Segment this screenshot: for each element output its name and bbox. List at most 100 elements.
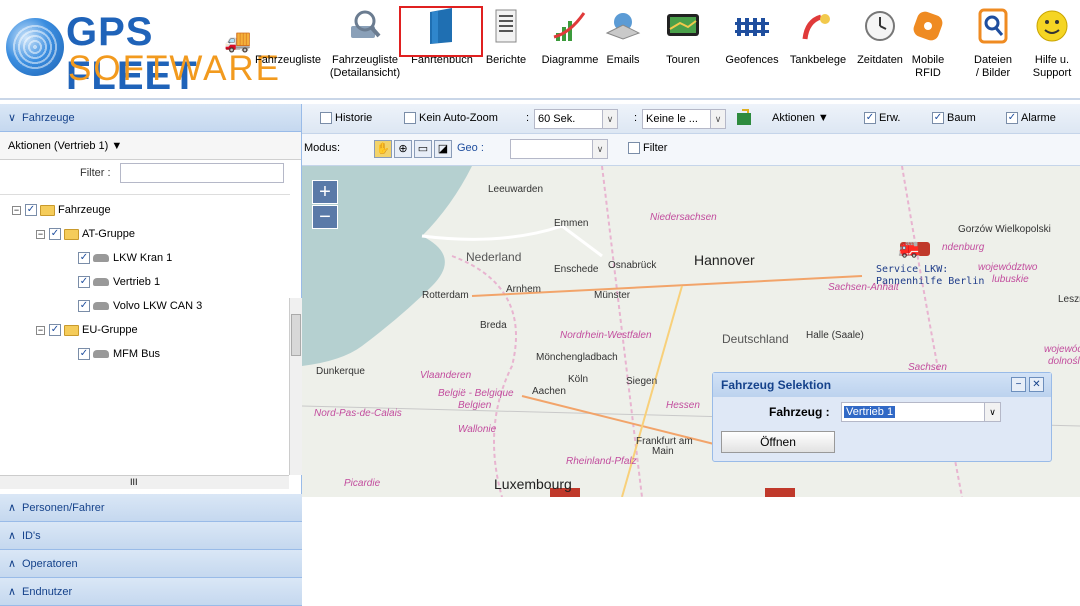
toolbar-emails[interactable]: Emails	[602, 4, 644, 67]
checkbox-at-gruppe[interactable]: ✓	[49, 228, 61, 241]
left-panel: ∨ Fahrzeuge Aktionen (Vertrieb 1) ▼ Filte…	[0, 104, 302, 606]
report-icon	[482, 4, 530, 48]
tree-node-vertrieb-1[interactable]: ✓ Vertrieb 1	[78, 271, 160, 293]
rfid-icon	[907, 4, 949, 48]
alarme-toggle[interactable]: ✓ Alarme	[1006, 112, 1056, 125]
car-icon	[93, 254, 109, 263]
checkbox-root[interactable]: ✓	[25, 204, 37, 217]
close-icon[interactable]: ✕	[1029, 377, 1044, 392]
map-toolbar-mode: Modus: ✋ ⊕ ▭ ◪ Geo : ∨ Filter	[302, 134, 1080, 166]
erw-toggle[interactable]: ✓ Erw.	[864, 112, 900, 125]
fahrtenbuch-highlight	[399, 6, 483, 57]
chart-icon	[538, 4, 602, 48]
filter-row: Filter :	[0, 160, 301, 186]
tree-node-eu-gruppe[interactable]: − ✓ EU-Gruppe	[36, 319, 138, 341]
toolbar-berichte[interactable]: Berichte	[482, 4, 530, 67]
magnifier-truck-icon	[327, 4, 403, 48]
aktionen-dropdown[interactable]: Aktionen ▼	[772, 112, 829, 124]
select-rect-icon[interactable]: ▭	[414, 140, 432, 158]
toolbar-hilfe[interactable]: Hilfe u. Support	[1026, 4, 1078, 80]
folder-icon	[64, 228, 79, 240]
chevron-down-icon: ∨	[8, 112, 17, 124]
checkbox-vertrieb-1[interactable]: ✓	[78, 276, 90, 289]
zoom-controls: + −	[312, 180, 338, 230]
toolbar-tankbelege[interactable]: Tankbelege	[786, 4, 850, 67]
app-header: GPS FLEET SOFTWARE 🚚 Fahrzeugliste Fahrz…	[0, 0, 1080, 100]
files-icon	[972, 4, 1014, 48]
chevron-up-icon: ∧	[8, 586, 17, 598]
dialog-title: Fahrzeug Selektion	[713, 373, 1051, 397]
email-icon	[602, 4, 644, 48]
zoom-in-button[interactable]: +	[312, 180, 338, 204]
chevron-up-icon: ∧	[8, 502, 17, 514]
bottom-accordions: ∧ Personen/Fahrer ∧ ID's ∧ Operatoren ∧ Endn…	[0, 494, 302, 606]
fuel-icon	[786, 4, 850, 48]
tree-horizontal-scrollbar[interactable]: III	[0, 475, 289, 489]
collapse-icon[interactable]: −	[12, 205, 21, 215]
fence-icon	[720, 4, 784, 48]
car-icon	[93, 350, 109, 359]
fahrzeug-row: Fahrzeug : Vertrieb 1 ∨	[713, 401, 1053, 425]
zoom-box-icon[interactable]: ⊕	[394, 140, 412, 158]
accordion-ids[interactable]: ∧ ID's	[0, 522, 302, 550]
toolbar-zeitdaten[interactable]: Zeitdaten	[852, 4, 908, 67]
accordion-fahrzeuge[interactable]: ∨ Fahrzeuge	[0, 104, 301, 132]
toolbar-diagramme[interactable]: Diagramme	[538, 4, 602, 67]
fahrzeug-select[interactable]: Vertrieb 1 ∨	[841, 402, 1001, 422]
map-toolbar-top: Historie Kein Auto-Zoom : 60 Sek. ∨ : Kei…	[302, 104, 1080, 134]
toolbar-fahrzeugliste-detail[interactable]: Fahrzeugliste (Detailansicht)	[327, 4, 403, 80]
globe-icon	[6, 18, 64, 76]
filter-toggle[interactable]: Filter	[628, 142, 667, 155]
tree-node-root[interactable]: − ✓ Fahrzeuge	[12, 199, 111, 221]
toolbar-fahrzeugliste[interactable]: Fahrzeugliste	[247, 4, 329, 67]
chevron-down-icon: ∨	[602, 110, 617, 128]
chevron-down-icon: ∨	[710, 110, 725, 128]
checkbox-mfm-bus[interactable]: ✓	[78, 348, 90, 361]
car-icon	[93, 302, 109, 311]
tree-node-at-gruppe[interactable]: − ✓ AT-Gruppe	[36, 223, 135, 245]
autozoom-toggle[interactable]: Kein Auto-Zoom	[404, 112, 498, 125]
car-icon	[93, 278, 109, 287]
scroll-thumb[interactable]	[291, 314, 301, 356]
accordion-endnutzer[interactable]: ∧ Endnutzer	[0, 578, 302, 606]
open-button[interactable]: Öffnen	[721, 431, 835, 453]
excel-export-icon[interactable]	[736, 109, 754, 130]
toolbar-geofences[interactable]: Geofences	[720, 4, 784, 67]
checkbox-eu-gruppe[interactable]: ✓	[49, 324, 61, 337]
collapse-icon[interactable]: −	[36, 325, 45, 335]
accordion-operatoren[interactable]: ∧ Operatoren	[0, 550, 302, 578]
clock-icon	[852, 4, 908, 48]
historie-toggle[interactable]: Historie	[320, 112, 372, 125]
track-select[interactable]: Keine le ... ∨	[642, 109, 726, 129]
caret-down-icon: ▼	[817, 112, 829, 124]
caret-down-icon: ▼	[111, 140, 123, 152]
tree-node-lkw-kran[interactable]: ✓ LKW Kran 1	[78, 247, 172, 269]
aktionen-menu[interactable]: Aktionen (Vertrieb 1) ▼	[0, 132, 301, 160]
fahrzeug-selektion-dialog: Fahrzeug Selektion − ✕ Fahrzeug : Vertri…	[712, 372, 1052, 462]
gps-fleet-logo: GPS FLEET SOFTWARE 🚚	[4, 8, 279, 98]
toolbar-touren[interactable]: Touren	[658, 4, 708, 67]
accordion-personen[interactable]: ∧ Personen/Fahrer	[0, 494, 302, 522]
hand-tool-icon[interactable]: ✋	[374, 140, 392, 158]
minimize-icon[interactable]: −	[1011, 377, 1026, 392]
tree-node-mfm-bus[interactable]: ✓ MFM Bus	[78, 343, 160, 365]
baum-toggle[interactable]: ✓ Baum	[932, 112, 976, 125]
chevron-up-icon: ∧	[8, 530, 17, 542]
chevron-down-icon: ∨	[592, 140, 607, 158]
geo-select[interactable]: ∨	[510, 139, 608, 159]
measure-icon[interactable]: ◪	[434, 140, 452, 158]
help-icon	[1026, 4, 1078, 48]
collapse-icon[interactable]: −	[36, 229, 45, 239]
tree-vertical-scrollbar[interactable]	[289, 298, 302, 475]
interval-select[interactable]: 60 Sek. ∨	[534, 109, 618, 129]
zoom-out-button[interactable]: −	[312, 205, 338, 229]
checkbox-lkw-kran[interactable]: ✓	[78, 252, 90, 265]
tree-node-volvo-lkw[interactable]: ✓ Volvo LKW CAN 3	[78, 295, 202, 317]
filter-input[interactable]	[120, 163, 284, 183]
toolbar-mobile-rfid[interactable]: Mobile RFID	[907, 4, 949, 80]
tour-icon	[658, 4, 708, 48]
truck-marker-icon[interactable]: 🚒	[898, 238, 920, 259]
toolbar-dateien[interactable]: Dateien / Bilder	[972, 4, 1014, 80]
folder-icon	[40, 204, 55, 216]
checkbox-volvo-lkw[interactable]: ✓	[78, 300, 90, 313]
